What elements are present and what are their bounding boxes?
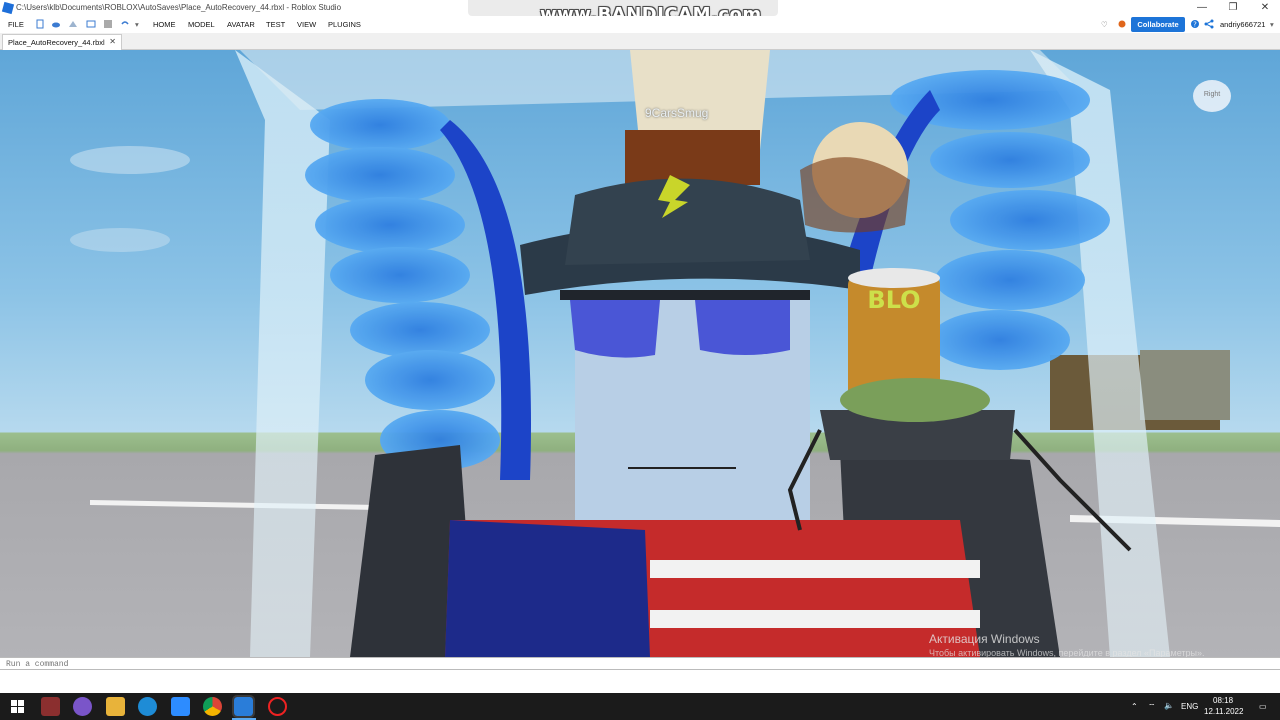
tab-label: Place_AutoRecovery_44.rbxl [8,38,105,47]
network-icon[interactable]: ⌔ [1148,702,1156,712]
game-viewport[interactable]: BLO 9CarsSmug Right Активация Windows Чт… [0,50,1280,657]
chrome-icon[interactable] [203,697,222,716]
help-icon[interactable]: ? [1190,19,1200,29]
roblox-studio-taskbar-icon[interactable] [232,695,255,718]
scene-render: BLO [70,50,1280,657]
publish-icon[interactable] [68,19,78,29]
open-cloud-icon[interactable] [51,19,61,29]
menu-home[interactable]: HOME [153,20,176,29]
winrar-icon[interactable] [41,697,60,716]
zoom-icon[interactable] [171,697,190,716]
language-indicator[interactable]: ENG [1181,702,1198,711]
tab-place-file[interactable]: Place_AutoRecovery_44.rbxl ✕ [2,34,122,50]
collaborate-button[interactable]: Collaborate [1131,17,1185,32]
volume-icon[interactable]: 🔈 [1164,701,1174,710]
menu-bar: FILE ▾ HOME MODEL AVATAR TEST VIEW PLUGI… [0,16,1280,33]
chevron-down-icon[interactable]: ▾ [1270,20,1274,29]
chevron-down-icon[interactable]: ▾ [135,20,139,29]
share-icon[interactable] [1204,19,1214,29]
viber-icon[interactable] [73,697,92,716]
menu-plugins[interactable]: PLUGINS [328,20,361,29]
clock-time[interactable]: 08:18 [1213,696,1233,705]
view-cube[interactable]: Right [1193,80,1231,112]
windows-activation-title: Активация Windows [929,632,1040,646]
windows-start-icon[interactable] [8,697,27,716]
heart-icon[interactable]: ♡ [1101,20,1108,29]
windows-taskbar: ⌃ ⌔ 🔈 ENG 08:18 12.11.2022 ▭ [0,693,1280,720]
bandicam-icon[interactable] [268,697,287,716]
command-input[interactable] [6,659,1266,669]
menu-model[interactable]: MODEL [188,20,215,29]
windows-activation-subtitle: Чтобы активировать Windows, перейдите в … [929,648,1205,657]
roblox-studio-icon [1,1,15,15]
command-bar [0,657,1280,670]
clock-date[interactable]: 12.11.2022 [1204,707,1243,716]
publish-game-icon[interactable] [86,19,96,29]
window-title: C:\Users\klb\Documents\ROBLOX\AutoSaves\… [16,3,342,12]
svg-text:?: ? [1193,21,1197,29]
stop-icon[interactable] [103,19,113,29]
drink-can-label: BLO [867,286,920,314]
menu-file[interactable]: FILE [8,20,24,29]
notification-icon[interactable] [1117,19,1127,29]
chevron-up-icon[interactable]: ⌃ [1131,702,1138,711]
player-nametag: 9CarsSmug [645,106,709,120]
menu-avatar[interactable]: AVATAR [227,20,255,29]
undo-icon[interactable] [120,19,130,29]
status-area [0,670,1280,693]
menu-test[interactable]: TEST [266,20,285,29]
close-button[interactable]: ✕ [1250,0,1280,16]
menu-view[interactable]: VIEW [297,20,316,29]
maximize-button[interactable]: ❐ [1218,0,1248,16]
file-explorer-icon[interactable] [106,697,125,716]
tab-close-icon[interactable]: ✕ [109,37,116,46]
tab-bar: Place_AutoRecovery_44.rbxl ✕ [0,33,1280,50]
notifications-icon[interactable]: ▭ [1259,702,1267,711]
new-file-icon[interactable] [35,19,45,29]
edge-icon[interactable] [138,697,157,716]
minimize-button[interactable]: — [1187,0,1217,16]
username[interactable]: andriy666721 [1220,20,1265,29]
